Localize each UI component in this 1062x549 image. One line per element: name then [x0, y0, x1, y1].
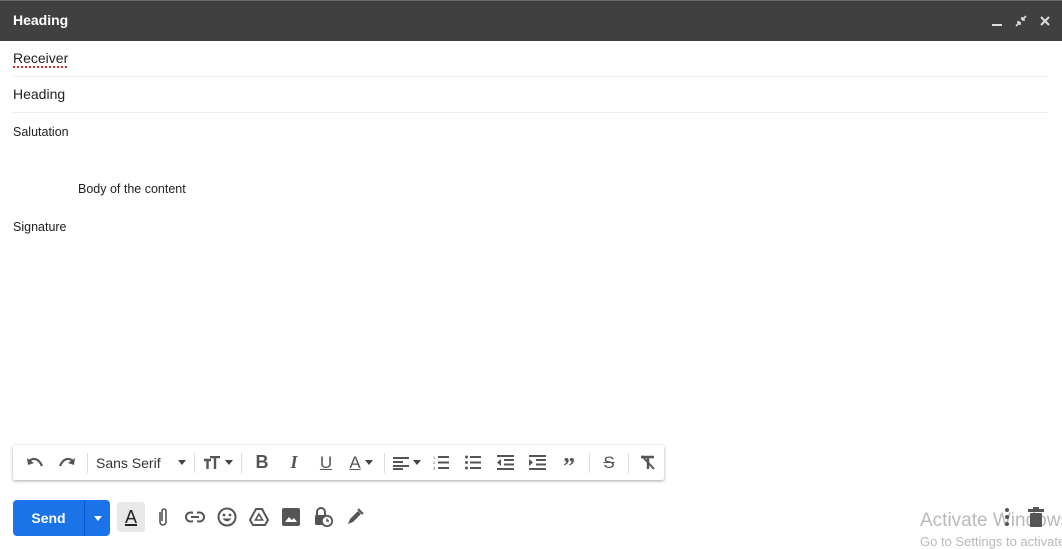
italic-button[interactable]: I	[278, 449, 310, 477]
italic-icon: I	[290, 452, 298, 472]
font-family-select[interactable]: Sans Serif	[92, 449, 190, 477]
message-body[interactable]: Salutation Body of the content Signature	[0, 113, 1062, 438]
indent-less-icon	[496, 455, 514, 470]
more-vertical-icon	[1005, 508, 1009, 526]
activate-windows-subtitle: Go to Settings to activate Windows.	[920, 534, 1062, 549]
bulleted-list-button[interactable]	[457, 449, 489, 477]
minimize-icon	[992, 24, 1002, 26]
font-family-value: Sans Serif	[96, 454, 161, 471]
svg-text:3: 3	[433, 466, 436, 471]
underline-button[interactable]: U	[310, 449, 342, 477]
bulleted-list-icon	[465, 455, 481, 470]
drive-icon	[249, 508, 269, 526]
chevron-down-icon	[93, 515, 102, 521]
text-format-icon: A	[124, 506, 137, 527]
compose-titlebar[interactable]: Heading	[0, 0, 1062, 41]
insert-signature-button[interactable]	[341, 502, 369, 532]
underline-icon: U	[319, 452, 333, 472]
pen-icon	[348, 508, 364, 524]
numbered-list-icon: 123	[433, 455, 449, 470]
text-color-button[interactable]: A	[342, 449, 380, 477]
photo-icon	[282, 508, 300, 526]
body-content-text: Body of the content	[78, 182, 186, 196]
quote-icon: ”	[563, 453, 575, 480]
separator	[384, 452, 385, 473]
attach-file-button[interactable]	[149, 502, 177, 532]
remove-formatting-icon	[641, 455, 655, 470]
link-icon	[185, 511, 205, 523]
signature-text: Signature	[13, 220, 67, 234]
chevron-down-icon	[225, 460, 233, 465]
strikethrough-button[interactable]: S	[594, 449, 624, 477]
subject-value: Heading	[13, 86, 66, 102]
insert-drive-button[interactable]	[245, 502, 273, 532]
strikethrough-icon: S	[603, 452, 615, 472]
redo-button[interactable]	[51, 449, 83, 477]
indent-more-icon	[528, 455, 546, 470]
close-icon	[1040, 16, 1050, 26]
indent-more-button[interactable]	[521, 449, 553, 477]
compose-title: Heading	[13, 12, 69, 28]
bold-button[interactable]: B	[246, 449, 278, 477]
formatting-options-button[interactable]: A	[117, 502, 145, 532]
lock-clock-icon	[315, 507, 333, 527]
exit-fullscreen-button[interactable]	[1014, 13, 1028, 29]
separator	[194, 452, 195, 473]
chevron-down-icon	[178, 460, 186, 465]
insert-link-button[interactable]	[181, 502, 209, 532]
send-button-group: Send	[13, 500, 110, 536]
numbered-list-button[interactable]: 123	[425, 449, 457, 477]
indent-less-button[interactable]	[489, 449, 521, 477]
chevron-down-icon	[413, 460, 421, 465]
undo-icon	[27, 457, 44, 466]
recipients-field[interactable]: Receiver	[13, 41, 1048, 77]
trash-icon	[1028, 507, 1044, 527]
confidential-mode-button[interactable]	[309, 502, 337, 532]
compose-actions: A	[117, 502, 369, 532]
send-button[interactable]: Send	[13, 500, 84, 536]
close-button[interactable]	[1038, 13, 1052, 29]
paperclip-icon	[159, 508, 167, 526]
svg-text:2: 2	[433, 460, 436, 465]
schedule-send-button[interactable]	[84, 500, 110, 536]
recipient-value: Receiver	[13, 50, 69, 66]
font-size-icon	[204, 455, 220, 469]
more-options-button[interactable]	[1004, 507, 1010, 532]
text-color-icon: A	[349, 452, 361, 472]
window-controls	[990, 13, 1052, 29]
emoji-icon	[217, 507, 237, 527]
align-button[interactable]	[389, 449, 425, 477]
separator	[628, 452, 629, 473]
separator	[241, 452, 242, 473]
remove-formatting-button[interactable]	[633, 449, 663, 477]
minimize-button[interactable]	[990, 13, 1004, 29]
chevron-down-icon	[364, 460, 373, 465]
redo-icon	[58, 457, 75, 466]
discard-draft-button[interactable]	[1028, 507, 1044, 532]
insert-photo-button[interactable]	[277, 502, 305, 532]
subject-field[interactable]: Heading	[13, 77, 1048, 113]
undo-button[interactable]	[19, 449, 51, 477]
separator	[589, 452, 590, 473]
bold-icon: B	[255, 452, 269, 472]
separator	[87, 452, 88, 473]
salutation-text: Salutation	[13, 125, 69, 139]
align-left-icon	[393, 456, 409, 470]
formatting-toolbar: Sans Serif B I U A 123 ” S	[13, 445, 664, 480]
exit-fullscreen-icon	[1015, 15, 1027, 27]
font-size-button[interactable]	[199, 449, 237, 477]
insert-emoji-button[interactable]	[213, 502, 241, 532]
quote-button[interactable]: ”	[553, 449, 585, 480]
